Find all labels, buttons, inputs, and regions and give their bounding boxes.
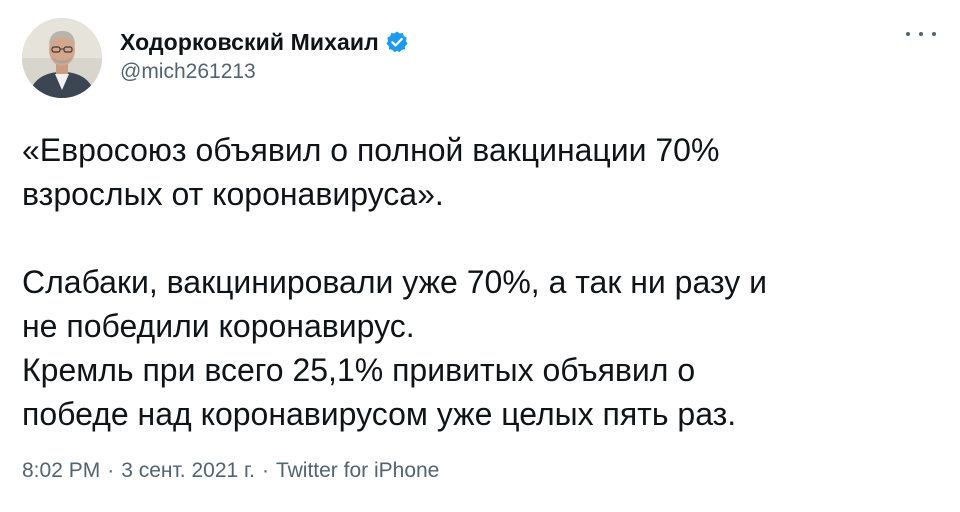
more-horizontal-icon[interactable] [906,24,936,44]
handle[interactable]: @mich261213 [120,60,409,84]
tweet-line: победе над коронавирусом уже целых пять … [22,396,737,432]
tweet-line: Слабаки, вакцинировали уже 70%, а так ни… [22,264,767,300]
avatar[interactable] [22,18,102,98]
dot [932,32,936,36]
display-name[interactable]: Ходорковский Михаил [120,29,379,56]
tweet-card: Ходорковский Михаил @mich261213 «Евросою… [0,0,960,512]
tweet-meta: 8:02 PM · 3 сент. 2021 г. · Twitter for … [22,459,439,483]
tweet-line: Кремль при всего 25,1% привитых объявил … [22,352,696,388]
tweet-time[interactable]: 8:02 PM [22,459,100,483]
tweet-line: «Евросоюз объявил о полной вакцинации 70… [22,132,720,168]
tweet-line: взрослых от коронавируса». [22,176,444,212]
avatar-image [22,18,102,98]
tweet-text: «Евросоюз объявил о полной вакцинации 70… [22,128,932,436]
name-row: Ходорковский Михаил [120,27,409,57]
meta-separator: · [107,459,115,482]
tweet-line: не победили коронавирус. [22,308,415,344]
meta-separator: · [261,459,269,482]
dot [919,32,923,36]
dot [906,32,910,36]
author-block: Ходорковский Михаил @mich261213 [120,27,409,84]
tweet-source-link[interactable]: Twitter for iPhone [276,459,439,483]
tweet-date[interactable]: 3 сент. 2021 г. [121,459,255,483]
verified-badge-icon [385,30,409,54]
